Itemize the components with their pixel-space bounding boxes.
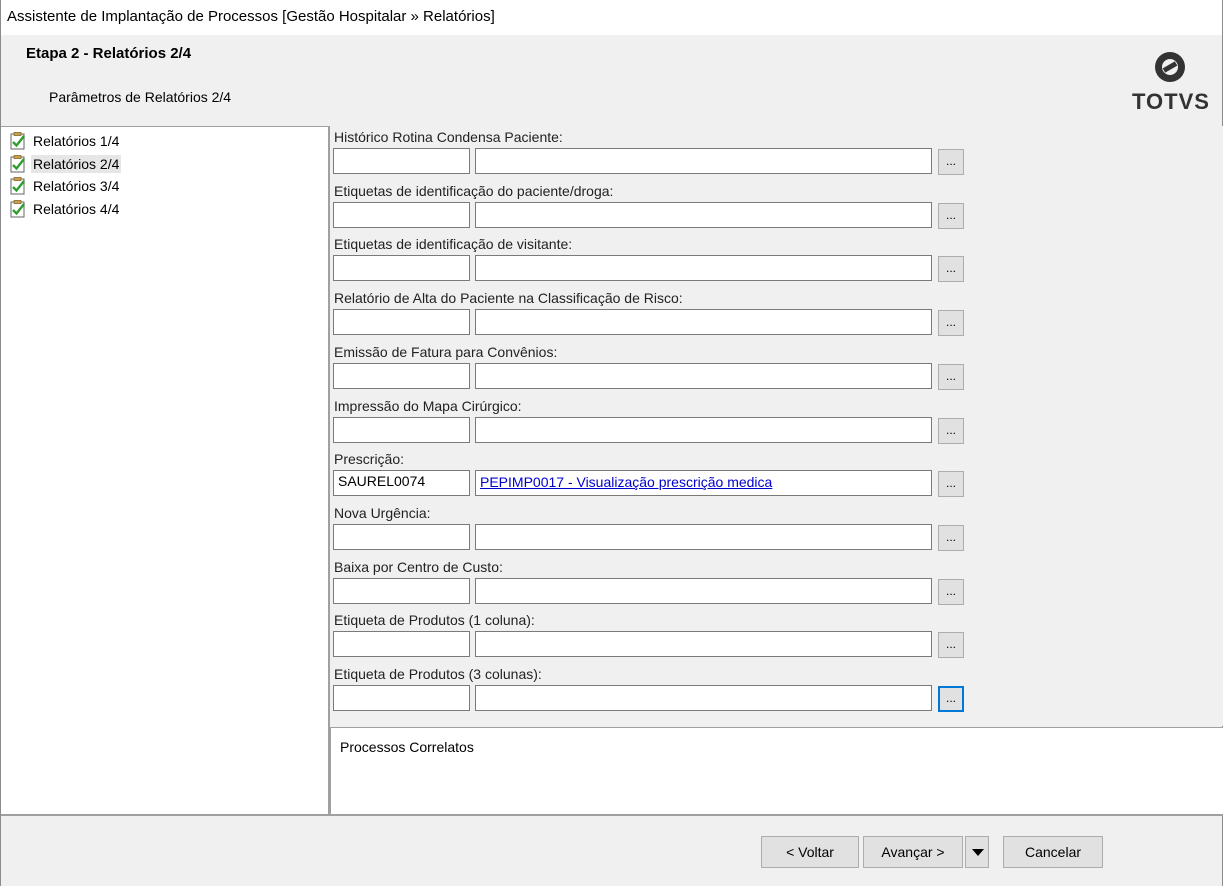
wizard-footer: < Voltar Avançar > Cancelar bbox=[1, 818, 1222, 886]
tree-item-label: Relatórios 1/4 bbox=[33, 133, 120, 149]
code-field[interactable] bbox=[333, 631, 470, 658]
description-field[interactable] bbox=[475, 148, 932, 174]
step-title: Etapa 2 - Relatórios 2/4 bbox=[26, 45, 192, 62]
back-button[interactable]: < Voltar bbox=[761, 836, 859, 868]
field-label: Nova Urgência: bbox=[334, 504, 431, 521]
window-title: Assistente de Implantação de Processos [… bbox=[7, 8, 495, 25]
next-button[interactable]: Avançar > bbox=[863, 836, 963, 868]
window-titlebar: Assistente de Implantação de Processos [… bbox=[1, 0, 1222, 35]
checklist-icon bbox=[10, 177, 25, 195]
code-field[interactable] bbox=[333, 523, 470, 550]
field-label: Impressão do Mapa Cirúrgico: bbox=[334, 397, 522, 414]
field-label: Etiqueta de Produtos (3 colunas): bbox=[334, 666, 542, 682]
code-field[interactable] bbox=[333, 309, 470, 336]
tree-item[interactable]: Relatórios 1/4 bbox=[9, 131, 121, 151]
tree-item[interactable]: Relatórios 4/4 bbox=[9, 199, 121, 219]
totvs-logo: TOTVS bbox=[1132, 49, 1210, 114]
chevron-down-icon bbox=[972, 849, 984, 856]
wizard-window: Assistente de Implantação de Processos [… bbox=[0, 0, 1223, 886]
code-field[interactable] bbox=[333, 685, 470, 711]
description-field[interactable] bbox=[475, 416, 932, 443]
description-field[interactable] bbox=[475, 362, 932, 389]
code-field[interactable] bbox=[333, 362, 470, 389]
field-label: Baixa por Centro de Custo: bbox=[334, 558, 503, 575]
code-field[interactable] bbox=[333, 201, 470, 228]
lookup-button[interactable]: ... bbox=[938, 310, 964, 337]
field-label: Prescrição: bbox=[334, 451, 405, 468]
logo-text: TOTVS bbox=[1132, 89, 1210, 114]
lookup-button[interactable]: ... bbox=[938, 149, 964, 175]
description-field[interactable] bbox=[475, 309, 932, 336]
description-field[interactable] bbox=[475, 577, 932, 604]
cancel-button[interactable]: Cancelar bbox=[1003, 836, 1103, 868]
lookup-button[interactable]: ... bbox=[938, 524, 964, 551]
field-label: Histórico Rotina Condensa Paciente: bbox=[334, 129, 563, 145]
step-subtitle: Parâmetros de Relatórios 2/4 bbox=[49, 89, 232, 105]
code-field[interactable]: SAUREL0074 bbox=[333, 470, 470, 497]
lookup-button[interactable]: ... bbox=[938, 256, 964, 283]
code-field[interactable] bbox=[333, 577, 470, 604]
tree-item-label: Relatórios 2/4 bbox=[31, 154, 122, 173]
field-label: Emissão de Fatura para Convênios: bbox=[334, 343, 558, 360]
code-field[interactable] bbox=[333, 255, 470, 282]
lookup-button[interactable]: ... bbox=[938, 471, 964, 498]
lookup-button[interactable]: ... bbox=[938, 417, 964, 444]
lookup-button[interactable]: ... bbox=[938, 202, 964, 229]
description-field[interactable] bbox=[475, 523, 932, 550]
field-label: Etiquetas de identificação do paciente/d… bbox=[334, 182, 614, 199]
description-field[interactable] bbox=[475, 201, 932, 228]
description-field[interactable] bbox=[475, 255, 932, 282]
tree-item-label: Relatórios 4/4 bbox=[33, 200, 120, 217]
description-field[interactable] bbox=[475, 685, 932, 711]
tree-item-label: Relatórios 3/4 bbox=[33, 178, 120, 194]
related-processes-title: Processos Correlatos bbox=[340, 739, 474, 755]
checklist-icon bbox=[10, 132, 25, 150]
related-processes-panel: Processos Correlatos bbox=[330, 727, 1223, 816]
checklist-icon bbox=[10, 154, 25, 172]
field-label: Etiquetas de identificação de visitante: bbox=[334, 236, 573, 253]
field-label: Relatório de Alta do Paciente na Classif… bbox=[334, 290, 683, 307]
steps-tree: Relatórios 1/4 Relatórios 2/4 Relatórios 3… bbox=[1, 126, 330, 816]
lookup-button[interactable]: ... bbox=[938, 578, 964, 605]
checklist-icon bbox=[10, 199, 25, 217]
description-field[interactable]: PEPIMP0017 - Visualização prescrição med… bbox=[475, 470, 932, 497]
lookup-button[interactable]: ... bbox=[938, 686, 964, 712]
code-field[interactable] bbox=[333, 148, 470, 174]
field-label: Etiqueta de Produtos (1 coluna): bbox=[334, 612, 535, 629]
tree-item[interactable]: Relatórios 3/4 bbox=[9, 176, 121, 196]
lookup-button[interactable]: ... bbox=[938, 632, 964, 659]
lookup-button[interactable]: ... bbox=[938, 363, 964, 390]
parameters-form: Histórico Rotina Condensa Paciente:... Et… bbox=[330, 126, 1223, 726]
tree-item[interactable]: Relatórios 2/4 bbox=[9, 154, 122, 174]
next-dropdown-button[interactable] bbox=[965, 836, 989, 868]
wizard-header: Etapa 2 - Relatórios 2/4 Parâmetros de R… bbox=[1, 35, 1222, 125]
description-link[interactable]: PEPIMP0017 - Visualização prescrição med… bbox=[480, 474, 772, 490]
totvs-logo-icon bbox=[1155, 52, 1185, 82]
code-field[interactable] bbox=[333, 416, 470, 443]
description-field[interactable] bbox=[475, 631, 932, 658]
